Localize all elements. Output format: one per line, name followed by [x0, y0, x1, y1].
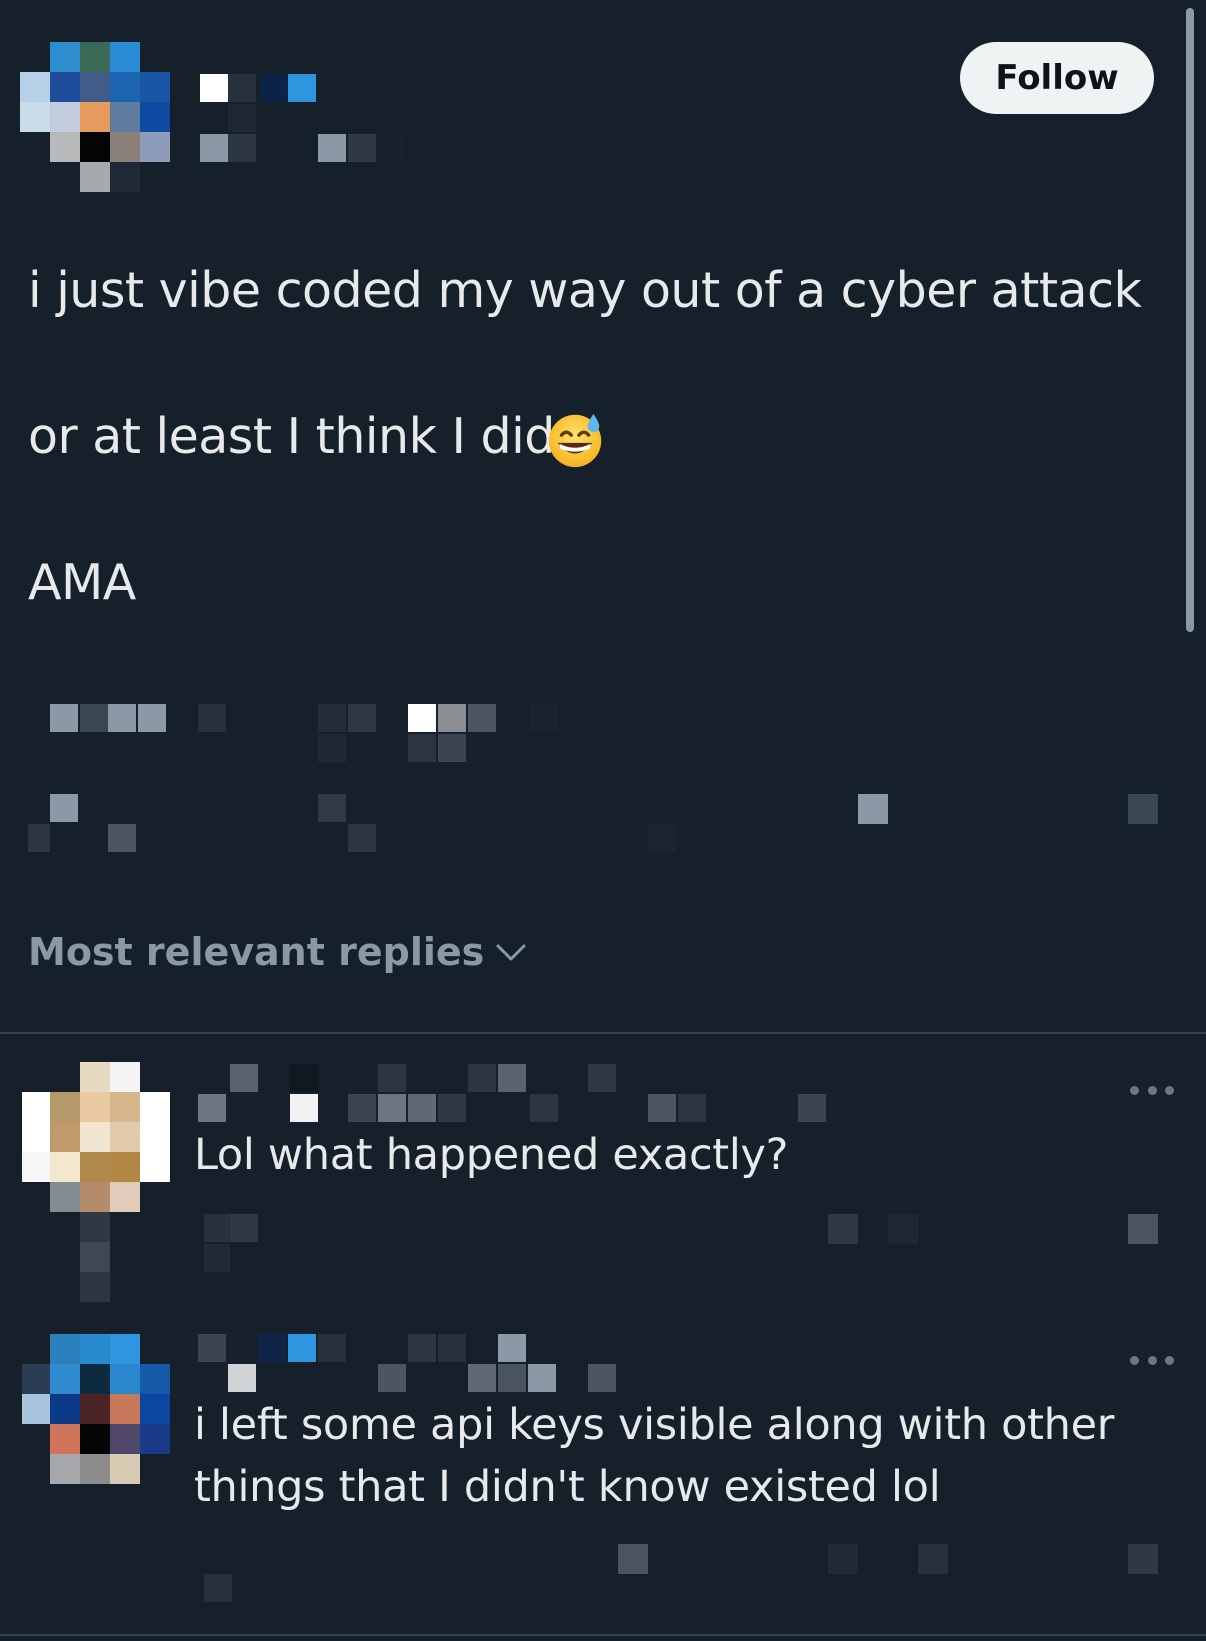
- reply-1-text: Lol what happened exactly?: [194, 1130, 789, 1180]
- author-name-redacted[interactable]: [198, 72, 408, 164]
- replies-sort-dropdown[interactable]: Most relevant replies: [28, 930, 528, 974]
- follow-button[interactable]: Follow: [960, 42, 1154, 114]
- reply-2-author-redacted[interactable]: [196, 1332, 636, 1394]
- author-avatar[interactable]: [20, 42, 170, 194]
- reply-1-more-button[interactable]: [1130, 1078, 1174, 1102]
- scrollbar[interactable]: [1186, 8, 1194, 632]
- post-text-line-3: AMA: [28, 554, 136, 611]
- grinning-face-with-sweat-icon: [548, 413, 602, 468]
- reply-2-avatar[interactable]: [22, 1332, 172, 1484]
- replies-sort-label: Most relevant replies: [28, 930, 485, 974]
- post-meta-redacted: [0, 700, 1206, 860]
- reply-1-author-redacted[interactable]: [196, 1062, 836, 1124]
- reply-1-actions-redacted: [190, 1210, 1190, 1280]
- reply-1-avatar[interactable]: [22, 1062, 172, 1302]
- chevron-down-icon: [496, 944, 526, 961]
- reply-2-more-button[interactable]: [1130, 1348, 1174, 1372]
- post-text-line-1: i just vibe coded my way out of a cyber …: [28, 262, 1142, 319]
- divider: [0, 1032, 1206, 1034]
- reply-2-text-line-1: i left some api keys visible along with …: [194, 1400, 1115, 1450]
- reply-2-actions-redacted: [190, 1540, 1190, 1610]
- post-text-line-2: or at least I think I did: [28, 408, 555, 465]
- divider-bottom: [0, 1634, 1206, 1636]
- reply-2-text-line-2: things that I didn't know existed lol: [194, 1462, 941, 1512]
